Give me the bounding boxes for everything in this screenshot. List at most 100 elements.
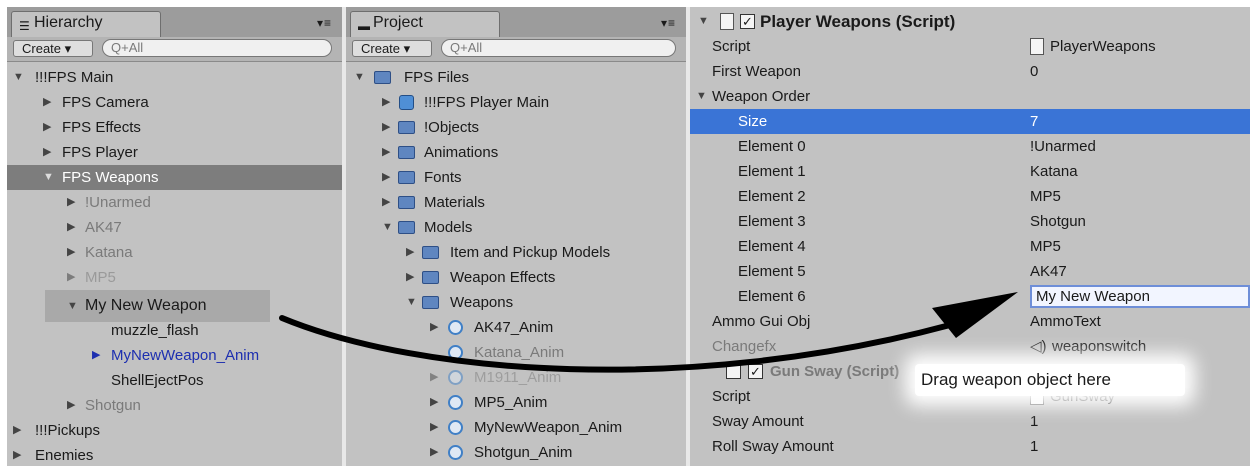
element-field[interactable]: !Unarmed bbox=[1030, 134, 1096, 159]
expanded-arrow-icon[interactable]: ▼ bbox=[406, 290, 417, 315]
tree-item[interactable]: ▶ !Unarmed bbox=[7, 190, 342, 215]
element-field[interactable]: MP5 bbox=[1030, 184, 1061, 209]
project-item[interactable]: ▶ Shotgun_Anim bbox=[346, 440, 686, 465]
element-field[interactable]: AK47 bbox=[1030, 259, 1067, 284]
project-item[interactable]: Katana_Anim bbox=[346, 340, 686, 365]
component-header[interactable]: ▼ ✓ Player Weapons (Script) bbox=[690, 9, 1250, 34]
enabled-checkbox[interactable]: ✓ bbox=[740, 14, 755, 29]
collapsed-arrow-icon[interactable]: ▶ bbox=[430, 365, 438, 390]
tree-item[interactable]: ▶ AK47 bbox=[7, 215, 342, 240]
project-item[interactable]: ▶ Item and Pickup Models bbox=[346, 240, 686, 265]
search-input[interactable]: Q+All bbox=[441, 39, 676, 57]
project-item[interactable]: ▶ Weapon Effects bbox=[346, 265, 686, 290]
collapsed-arrow-icon[interactable]: ▶ bbox=[382, 90, 390, 115]
project-item[interactable]: ▶ !!!FPS Player Main bbox=[346, 90, 686, 115]
expand-checkbox[interactable] bbox=[726, 364, 741, 379]
first-weapon-field[interactable]: 0 bbox=[1030, 59, 1038, 84]
collapsed-arrow-icon[interactable]: ▶ bbox=[92, 343, 100, 368]
create-button[interactable]: Create ▾ bbox=[13, 40, 93, 57]
property-row-selected[interactable]: Size 7 bbox=[690, 109, 1250, 134]
tree-item-selected[interactable]: ▼ FPS Weapons bbox=[7, 165, 342, 190]
project-item[interactable]: ▶ !Objects bbox=[346, 115, 686, 140]
collapsed-arrow-icon[interactable]: ▶ bbox=[406, 265, 414, 290]
tree-item[interactable]: ▶ Katana bbox=[7, 240, 342, 265]
project-item[interactable]: ▶ Materials bbox=[346, 190, 686, 215]
project-item-label: M1911_Anim bbox=[474, 369, 562, 386]
folder-icon bbox=[422, 271, 439, 284]
tree-item[interactable]: ShellEjectPos bbox=[7, 368, 342, 393]
project-item[interactable]: ▶ MyNewWeapon_Anim bbox=[346, 415, 686, 440]
project-item[interactable]: ▶ AK47_Anim bbox=[346, 315, 686, 340]
expanded-arrow-icon[interactable]: ▼ bbox=[698, 9, 709, 34]
collapsed-arrow-icon[interactable]: ▶ bbox=[430, 390, 438, 415]
tree-item[interactable]: ▶ MP5 bbox=[7, 265, 342, 290]
collapsed-arrow-icon[interactable]: ▶ bbox=[67, 215, 75, 240]
project-item-label: MP5_Anim bbox=[474, 394, 548, 411]
tree-item[interactable]: ▶ Shotgun bbox=[7, 393, 342, 418]
expanded-arrow-icon[interactable]: ▼ bbox=[382, 215, 393, 240]
element-6-drop-target[interactable]: My New Weapon bbox=[1030, 285, 1250, 308]
collapsed-arrow-icon[interactable]: ▶ bbox=[382, 115, 390, 140]
property-label: Script bbox=[712, 388, 751, 405]
tree-item-label: ShellEjectPos bbox=[111, 372, 204, 389]
collapsed-arrow-icon[interactable]: ▶ bbox=[67, 190, 75, 215]
tree-item[interactable]: ▶ FPS Player bbox=[7, 140, 342, 165]
collapsed-arrow-icon[interactable]: ▶ bbox=[13, 418, 21, 443]
element-field[interactable]: MP5 bbox=[1030, 234, 1061, 259]
collapsed-arrow-icon[interactable]: ▶ bbox=[67, 240, 75, 265]
project-item[interactable]: ▶ Fonts bbox=[346, 165, 686, 190]
script-field[interactable]: PlayerWeapons bbox=[1050, 34, 1156, 59]
tree-item-label: AK47 bbox=[85, 219, 122, 236]
tree-item[interactable]: ▶ !!!Pickups bbox=[7, 418, 342, 443]
changefx-field[interactable]: weaponswitch bbox=[1052, 334, 1146, 359]
element-field[interactable]: Katana bbox=[1030, 159, 1078, 184]
element-field[interactable]: Shotgun bbox=[1030, 209, 1086, 234]
collapsed-arrow-icon[interactable]: ▶ bbox=[382, 165, 390, 190]
tab-project[interactable]: ▬ Project bbox=[350, 11, 500, 37]
collapsed-arrow-icon[interactable]: ▶ bbox=[13, 443, 21, 466]
collapsed-arrow-icon[interactable]: ▶ bbox=[406, 240, 414, 265]
collapsed-arrow-icon[interactable]: ▶ bbox=[67, 393, 75, 418]
project-item[interactable]: ▼ Models bbox=[346, 215, 686, 240]
tree-item-label: !!!Pickups bbox=[35, 422, 101, 439]
property-row[interactable]: ▼ Weapon Order bbox=[690, 84, 1250, 109]
tree-item[interactable]: ▶ MyNewWeapon_Anim bbox=[7, 343, 342, 368]
enabled-checkbox[interactable]: ✓ bbox=[748, 364, 763, 379]
search-input[interactable]: Q+All bbox=[102, 39, 332, 57]
collapsed-arrow-icon[interactable]: ▶ bbox=[382, 190, 390, 215]
collapsed-arrow-icon[interactable]: ▶ bbox=[430, 440, 438, 465]
panel-menu-icon[interactable]: ▾≡ bbox=[661, 16, 676, 30]
tree-item[interactable]: ▶ Enemies bbox=[7, 443, 342, 466]
collapsed-arrow-icon[interactable]: ▶ bbox=[67, 265, 75, 290]
ammo-gui-field[interactable]: AmmoText bbox=[1030, 309, 1101, 334]
collapsed-arrow-icon[interactable]: ▶ bbox=[43, 115, 51, 140]
project-item[interactable]: ▶ Animations bbox=[346, 140, 686, 165]
expanded-arrow-icon[interactable]: ▼ bbox=[696, 84, 707, 109]
panel-menu-icon[interactable]: ▾≡ bbox=[317, 16, 332, 30]
tree-item[interactable]: muzzle_flash bbox=[7, 318, 342, 343]
project-item[interactable]: ▶ MP5_Anim bbox=[346, 390, 686, 415]
property-row: Changefx ◁) weaponswitch bbox=[690, 334, 1250, 359]
project-item-label: !Objects bbox=[424, 119, 480, 136]
tab-hierarchy[interactable]: ☰ Hierarchy bbox=[11, 11, 161, 37]
project-toolbar: Create ▾ Q+All bbox=[346, 37, 686, 62]
tree-item[interactable]: ▶ FPS Camera bbox=[7, 90, 342, 115]
expanded-arrow-icon[interactable]: ▼ bbox=[13, 65, 24, 90]
collapsed-arrow-icon[interactable]: ▶ bbox=[382, 140, 390, 165]
project-item[interactable]: ▼ Weapons bbox=[346, 290, 686, 315]
expanded-arrow-icon[interactable]: ▼ bbox=[354, 65, 365, 90]
collapsed-arrow-icon[interactable]: ▶ bbox=[430, 315, 438, 340]
project-item[interactable]: ▶ M1911_Anim bbox=[346, 365, 686, 390]
collapsed-arrow-icon[interactable]: ▶ bbox=[430, 415, 438, 440]
roll-sway-amount-field[interactable]: 1 bbox=[1030, 434, 1038, 459]
collapsed-arrow-icon[interactable]: ▶ bbox=[43, 90, 51, 115]
property-row: Element 3 Shotgun bbox=[690, 209, 1250, 234]
collapsed-arrow-icon[interactable]: ▶ bbox=[43, 140, 51, 165]
create-button[interactable]: Create ▾ bbox=[352, 40, 432, 57]
expanded-arrow-icon[interactable]: ▼ bbox=[43, 165, 54, 190]
tree-item[interactable]: ▶ FPS Effects bbox=[7, 115, 342, 140]
project-item[interactable]: ▼ FPS Files bbox=[346, 65, 686, 90]
size-field[interactable]: 7 bbox=[1030, 109, 1038, 134]
tree-item[interactable]: ▼ !!!FPS Main bbox=[7, 65, 342, 90]
sway-amount-field[interactable]: 1 bbox=[1030, 409, 1038, 434]
